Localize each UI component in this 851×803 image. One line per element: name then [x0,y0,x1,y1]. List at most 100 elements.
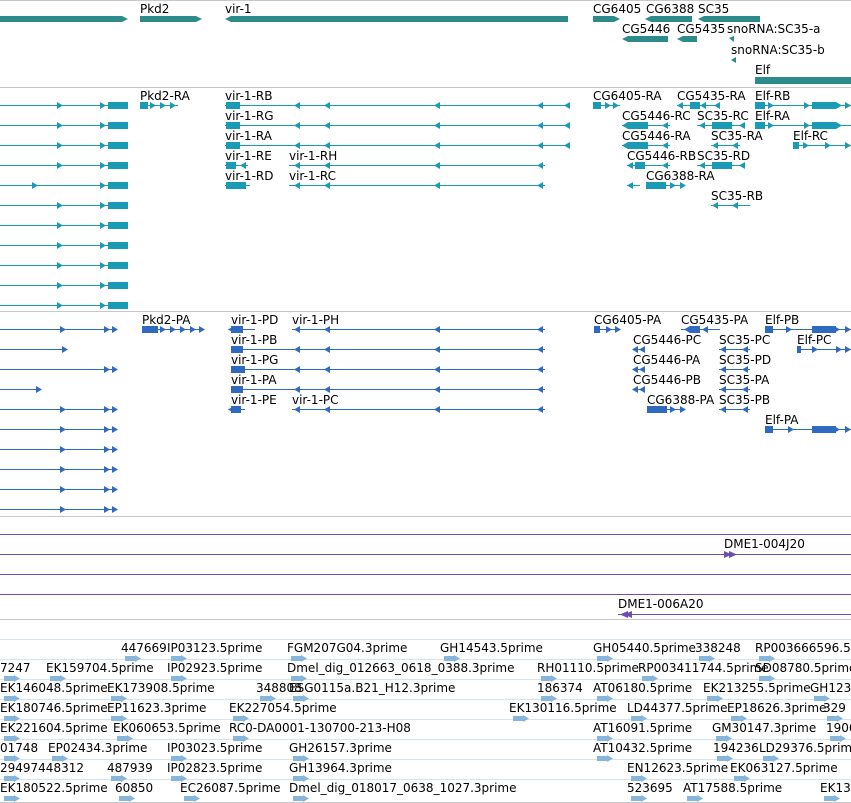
direction-arrow [294,162,300,169]
direction-arrow [112,366,118,373]
direction-arrow [537,122,543,129]
transcript-feature[interactable] [622,122,670,129]
direction-arrow [160,102,166,109]
transcript-feature[interactable] [755,102,851,109]
transcript-feature[interactable] [627,162,670,169]
transcript-feature[interactable] [677,102,720,109]
transcript-feature[interactable] [765,326,851,333]
direction-arrow [714,102,720,109]
transcript-feature[interactable] [0,222,128,229]
exon-block [226,142,240,149]
transcript-feature[interactable] [0,466,118,473]
transcript-feature[interactable] [225,142,570,149]
transcript-feature[interactable] [289,182,545,189]
transcript-feature[interactable] [0,326,118,333]
transcript-feature[interactable] [0,182,128,189]
gene-feature[interactable] [0,16,128,22]
transcript-feature[interactable] [719,346,750,353]
transcript-feature[interactable] [225,162,248,169]
est-label: AT10432.5prime [593,741,692,755]
transcript-feature[interactable] [142,326,205,333]
transcript-feature[interactable] [0,406,118,413]
transcript-feature[interactable] [647,406,686,413]
transcript-feature[interactable] [0,262,128,269]
direction-arrow [662,142,668,149]
transcript-feature[interactable] [231,386,545,393]
gene-cg5435-feature[interactable] [677,36,697,42]
transcript-feature[interactable] [0,386,42,393]
gene-cg5446-feature[interactable] [622,36,668,42]
gene-snorna-a-feature[interactable] [729,36,734,42]
transcript-feature[interactable] [593,102,620,109]
transcript-feature[interactable] [627,182,640,189]
transcript-feature[interactable] [632,346,645,353]
gene-snorna-b-feature[interactable] [731,57,736,63]
transcript-feature[interactable] [719,406,750,413]
direction-arrow [606,326,612,333]
transcript-feature[interactable] [0,446,118,453]
direction-arrow [537,162,543,169]
exon-block [765,426,773,433]
est-label: EK060653.5prime [113,721,221,735]
transcript-feature[interactable] [289,162,545,169]
transcript-feature[interactable] [0,122,128,129]
transcript-feature[interactable] [797,346,851,353]
transcript-feature[interactable] [228,326,255,333]
transcript-feature[interactable] [594,326,621,333]
transcript-feature[interactable] [0,142,128,149]
direction-arrow [150,102,156,109]
direction-arrow [60,446,66,453]
transcript-feature[interactable] [140,102,178,109]
transcript-feature[interactable] [711,202,750,209]
direction-arrow [680,406,686,413]
transcript-feature[interactable] [0,486,118,493]
transcript-feature[interactable] [0,506,118,513]
est-arrow [607,755,613,762]
direction-arrow [742,366,748,373]
transcript-feature[interactable] [793,142,851,149]
transcript-feature[interactable] [632,366,645,373]
transcript-feature[interactable] [225,182,250,189]
transcript-feature[interactable] [622,142,670,149]
est-label: FGM207G04.3prime [287,641,407,655]
transcript-feature[interactable] [765,426,851,433]
direction-arrow [112,406,118,413]
flybase-transcript-track: Pkd2-RA vir-1-RB vir-1-RG vir-1-RA vir-1… [0,89,851,309]
transcript-feature[interactable] [292,326,545,333]
transcript-feature[interactable] [681,326,720,333]
transcript-feature[interactable] [632,386,645,393]
transcript-feature[interactable] [0,282,128,289]
transcript-feature[interactable] [719,366,750,373]
transcript-feature[interactable] [755,122,851,129]
gene-cg6405-feature[interactable] [593,16,620,22]
transcript-feature[interactable] [719,386,750,393]
direction-arrow [324,346,330,353]
transcript-feature[interactable] [231,346,545,353]
transcript-feature[interactable] [292,406,545,413]
exon-block [635,162,645,169]
transcript-feature[interactable] [0,202,128,209]
direction-arrow [190,326,196,333]
gene-pkd2-feature[interactable] [140,16,202,22]
gene-elf-feature[interactable] [755,77,851,84]
direction-arrow [739,162,745,169]
transcript-feature[interactable] [711,142,740,149]
gene-vir1-feature[interactable] [225,16,568,22]
transcript-feature[interactable] [646,182,686,189]
transcript-feature[interactable] [0,242,128,249]
transcript-feature[interactable] [0,426,118,433]
est-label: RP003666596.5 [755,641,851,655]
transcript-feature[interactable] [0,162,128,169]
transcript-feature[interactable] [225,102,570,109]
transcript-feature[interactable] [0,102,128,109]
transcript-feature[interactable] [225,122,570,129]
transcript-feature[interactable] [0,366,118,373]
transcript-feature[interactable] [231,366,545,373]
transcript-feature[interactable] [228,406,245,413]
transcript-feature[interactable] [697,122,745,129]
transcript-feature[interactable] [0,346,68,353]
transcript-feature[interactable] [0,302,128,309]
transcript-feature[interactable] [697,162,745,169]
transcript-label: vir-1-PC [292,393,339,407]
direction-arrow [803,142,809,149]
